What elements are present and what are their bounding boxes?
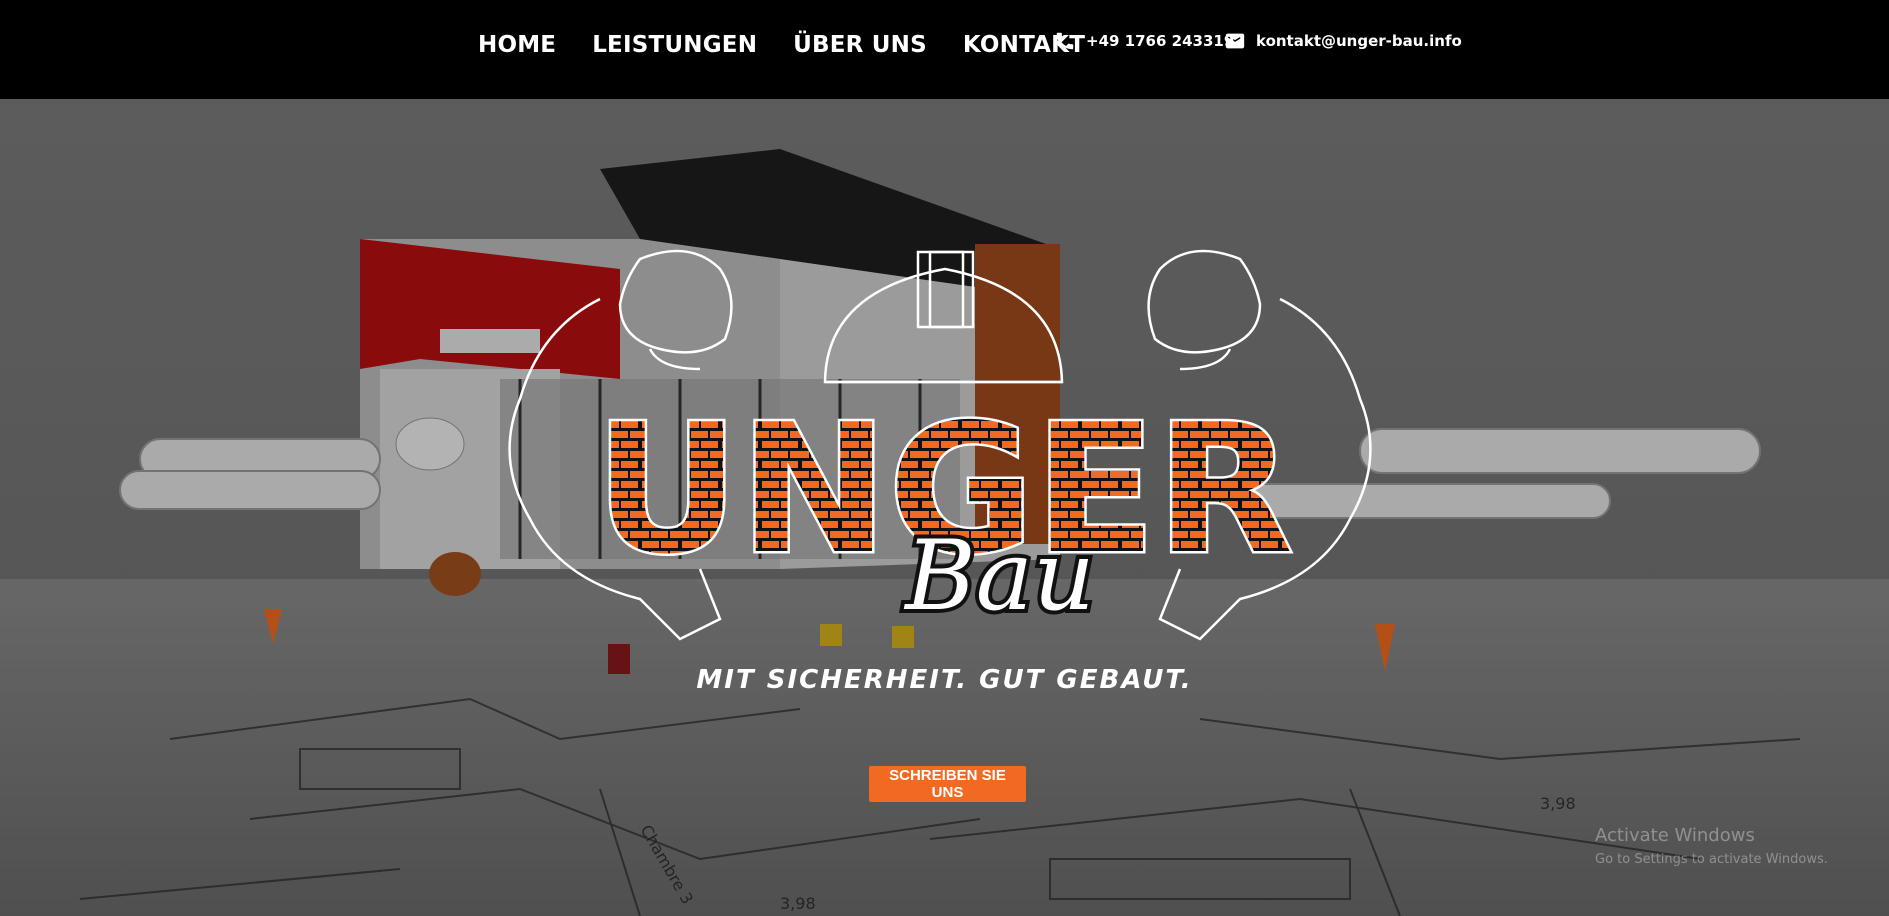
top-navigation-bar: HOME LEISTUNGEN ÜBER UNS KONTAKT +49 176… [0,0,1889,99]
phone-number[interactable]: +49 1766 2433192 [1086,32,1245,50]
logo-script-text: Bau [903,520,1095,632]
hero-section: Chambre 3 3,98 3,98 UNGER Bau MIT SICHER… [0,99,1889,916]
nav-home[interactable]: HOME [478,32,556,58]
email-address[interactable]: kontakt@unger-bau.info [1256,32,1462,50]
nav-ueber-uns[interactable]: ÜBER UNS [793,32,927,58]
phone-contact[interactable]: +49 1766 2433192 [1054,28,1245,54]
main-nav: HOME LEISTUNGEN ÜBER UNS KONTAKT [478,28,1085,62]
watermark-subtitle: Go to Settings to activate Windows. [1595,852,1828,867]
hero-tagline: MIT SICHERHEIT. GUT GEBAUT. [696,665,1193,695]
watermark-title: Activate Windows [1595,825,1755,846]
email-contact[interactable]: kontakt@unger-bau.info [1224,28,1462,54]
mail-icon [1225,33,1245,49]
write-us-button[interactable]: SCHREIBEN SIE UNS [869,766,1026,802]
nav-leistungen[interactable]: LEISTUNGEN [592,32,757,58]
windows-activation-watermark: Activate Windows Go to Settings to activ… [1595,825,1828,867]
phone-icon [1056,32,1074,50]
